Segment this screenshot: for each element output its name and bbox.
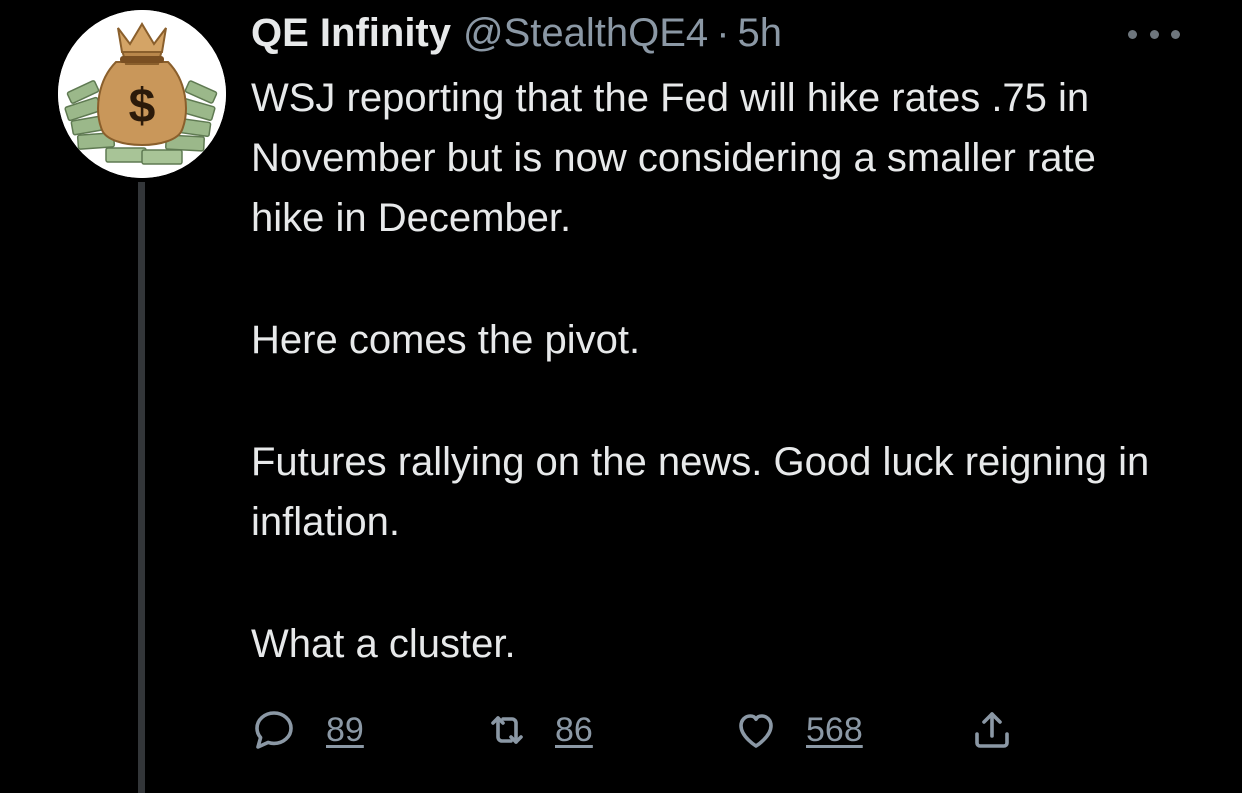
reply-count: 89: [326, 710, 364, 749]
money-bag-icon: $: [58, 10, 226, 178]
avatar[interactable]: $: [58, 10, 226, 178]
separator-dot: ·: [716, 11, 730, 55]
share-button[interactable]: [968, 700, 1016, 760]
tweet-text: WSJ reporting that the Fed will hike rat…: [251, 68, 1171, 674]
more-dot-icon: [1149, 29, 1159, 39]
more-dot-icon: [1171, 29, 1180, 39]
thread-line: [138, 182, 145, 793]
display-name[interactable]: QE Infinity: [251, 8, 451, 58]
tweet[interactable]: $ QE Infinity @StealthQE4 · 5h WSJ repor…: [0, 0, 1242, 793]
reply-button[interactable]: 89: [250, 700, 364, 760]
retweet-button[interactable]: 86: [483, 700, 593, 760]
handle[interactable]: @StealthQE4: [463, 8, 708, 58]
tweet-header: QE Infinity @StealthQE4 · 5h: [251, 8, 782, 58]
like-button[interactable]: 568: [732, 700, 863, 760]
more-options-button[interactable]: [1128, 24, 1180, 44]
svg-text:$: $: [129, 80, 156, 133]
reply-icon: [255, 711, 293, 749]
tweet-paragraph: WSJ reporting that the Fed will hike rat…: [251, 76, 1096, 240]
share-icon: [975, 712, 1009, 748]
like-count: 568: [806, 710, 863, 749]
tweet-paragraph: What a cluster.: [251, 622, 516, 666]
retweet-icon: [491, 716, 523, 744]
action-bar: 89 86 568: [250, 700, 1050, 760]
retweet-count: 86: [555, 710, 593, 749]
heart-icon: [739, 714, 773, 748]
tweet-paragraph: Futures rallying on the news. Good luck …: [251, 440, 1150, 544]
tweet-paragraph: Here comes the pivot.: [251, 318, 641, 362]
timestamp[interactable]: 5h: [738, 8, 783, 58]
more-dot-icon: [1128, 29, 1137, 39]
